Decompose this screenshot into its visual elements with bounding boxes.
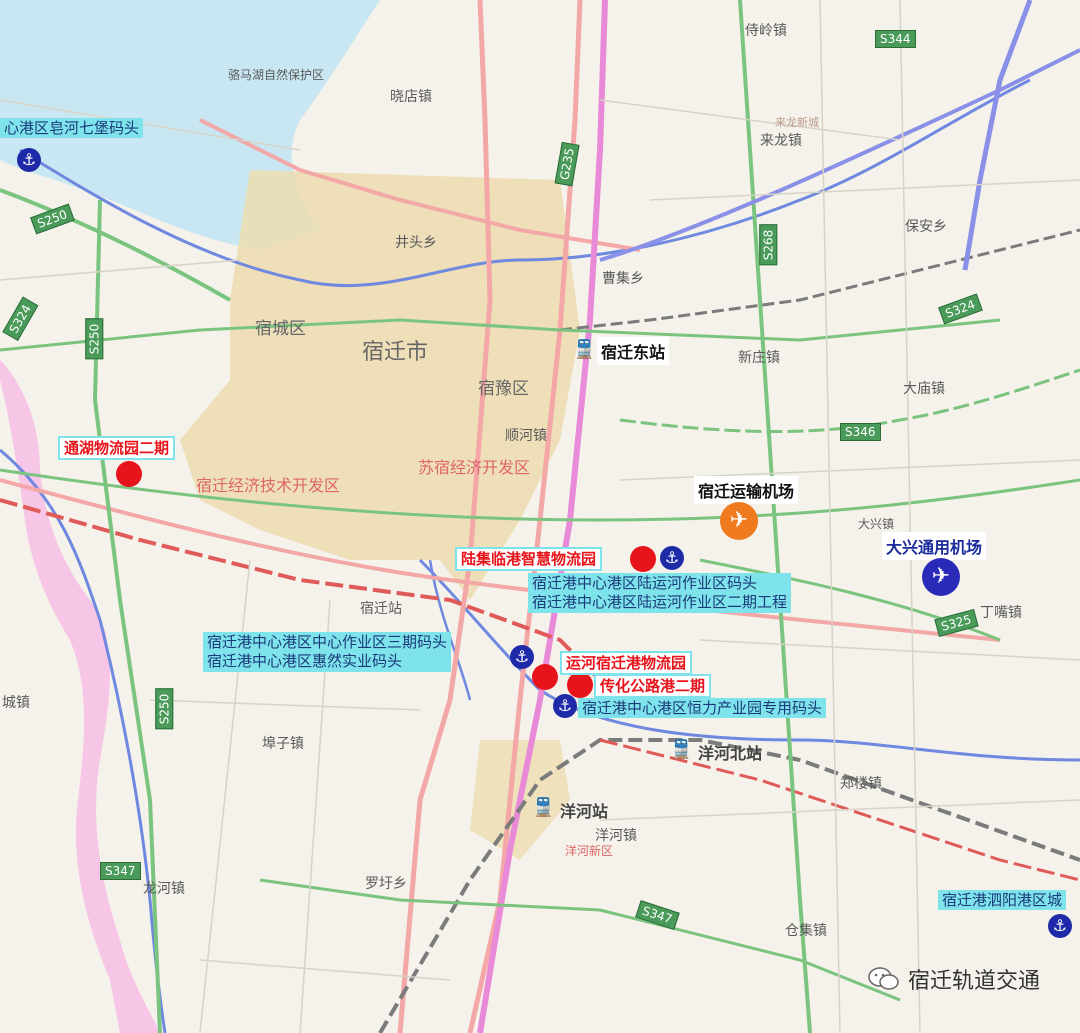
label-pozi: 埠子镇 (262, 736, 304, 752)
label-suyuqu: 宿豫区 (478, 379, 529, 399)
label-suqianshi: 宿迁市 (362, 340, 429, 365)
port-label-siyang: 宿迁港泗阳港区城 (938, 890, 1067, 910)
road-shield-s344: S344 (875, 30, 916, 48)
label-kaifaqu: 宿迁经济技术开发区 (196, 476, 341, 495)
airport-label-daxing: 大兴通用机场 (882, 532, 987, 560)
label-zhenglou: 郑楼镇 (840, 776, 882, 792)
label-suqian-station: 宿迁站 (360, 601, 402, 617)
label-lumiao: 大庙镇 (903, 381, 945, 397)
port-line-luyunhe-1: 宿迁港中心港区陆运河作业区码头 (532, 574, 758, 592)
road-shield-s250-b: S250 (85, 318, 104, 360)
wechat-icon (868, 967, 900, 991)
label-daxing: 大兴镇 (858, 517, 895, 531)
project-dot-tonghu (116, 461, 142, 487)
label-longhe: 龙河镇 (143, 881, 185, 897)
train-station-icon: 🚆 (532, 797, 555, 818)
label-luolou: 罗圩乡 (365, 876, 407, 892)
project-dot-chuanhua (567, 672, 593, 698)
port-line-luyunhe-2: 宿迁港中心港区陆运河作业区二期工程 (532, 593, 788, 611)
station-label-yanghe-north: 洋河北站 (698, 744, 763, 763)
port-line-zhongxin-2: 宿迁港中心港区惠然实业码头 (207, 652, 403, 670)
label-jingtou: 井头乡 (395, 235, 437, 251)
project-dot-luji (630, 546, 656, 572)
project-label-yunhe: 运河宿迁港物流园 (560, 651, 693, 675)
label-dingzui: 丁嘴镇 (980, 605, 1022, 621)
label-chengxiang: 城镇 (2, 695, 30, 711)
anchor-icon: ⚓ (660, 546, 684, 570)
road-shield-s250-c: S250 (155, 688, 174, 730)
port-line-zhongxin-1: 宿迁港中心港区中心作业区三期码头 (207, 633, 448, 651)
label-shunhe: 顺河镇 (505, 428, 547, 444)
port-label-zaohe: 心港区皂河七堡码头 (0, 118, 144, 138)
project-label-tonghu: 通湖物流园二期 (58, 436, 176, 460)
label-kaifaqu-2: 苏宿经济开发区 (418, 458, 531, 477)
anchor-icon: ⚓ (553, 694, 577, 718)
project-label-chuanhua: 传化公路港二期 (594, 674, 712, 698)
label-baoan: 保安乡 (905, 219, 947, 235)
watermark-text: 宿迁轨道交通 (907, 969, 1040, 994)
airport-plane-icon: ✈ (922, 558, 960, 596)
label-xinzhuang: 新庄镇 (738, 350, 780, 366)
airport-plane-icon: ✈ (720, 502, 758, 540)
road-shield-s268: S268 (759, 224, 778, 266)
label-shiling: 侍岭镇 (745, 23, 787, 39)
anchor-icon: ⚓ (1048, 914, 1072, 938)
project-label-luji: 陆集临港智慧物流园 (455, 547, 603, 571)
anchor-icon: ⚓ (17, 148, 41, 172)
train-station-icon: 🚆 (573, 339, 596, 360)
road-shield-s346: S346 (840, 423, 881, 441)
label-caoji: 曹集乡 (602, 271, 644, 287)
port-label-luyunhe: 宿迁港中心港区陆运河作业区码头 宿迁港中心港区陆运河作业区二期工程 (528, 573, 792, 613)
watermark: 宿迁轨道交通 (868, 963, 1040, 995)
road-shield-s347: S347 (100, 862, 141, 880)
label-suchengqu: 宿城区 (255, 319, 306, 339)
train-station-icon: 🚆 (670, 739, 693, 760)
airport-label-suqian: 宿迁运输机场 (694, 476, 799, 504)
label-dongzhen: 来龙镇 (760, 133, 802, 149)
station-label-east: 宿迁东站 (597, 337, 670, 365)
station-label-yanghe: 洋河站 (560, 802, 609, 821)
label-xiaodian: 晓店镇 (390, 89, 432, 105)
port-label-zhongxin: 宿迁港中心港区中心作业区三期码头 宿迁港中心港区惠然实业码头 (203, 632, 452, 672)
label-cangji: 仓集镇 (785, 923, 827, 939)
label-yanghexin: 洋河新区 (565, 844, 614, 858)
anchor-icon: ⚓ (510, 645, 534, 669)
label-dongxin: 来龙新城 (775, 116, 819, 129)
port-label-hengli: 宿迁港中心港区恒力产业园专用码头 (578, 698, 827, 718)
label-siyang-lake-reserve: 骆马湖自然保护区 (228, 68, 325, 82)
project-dot-yunhe (532, 664, 558, 690)
